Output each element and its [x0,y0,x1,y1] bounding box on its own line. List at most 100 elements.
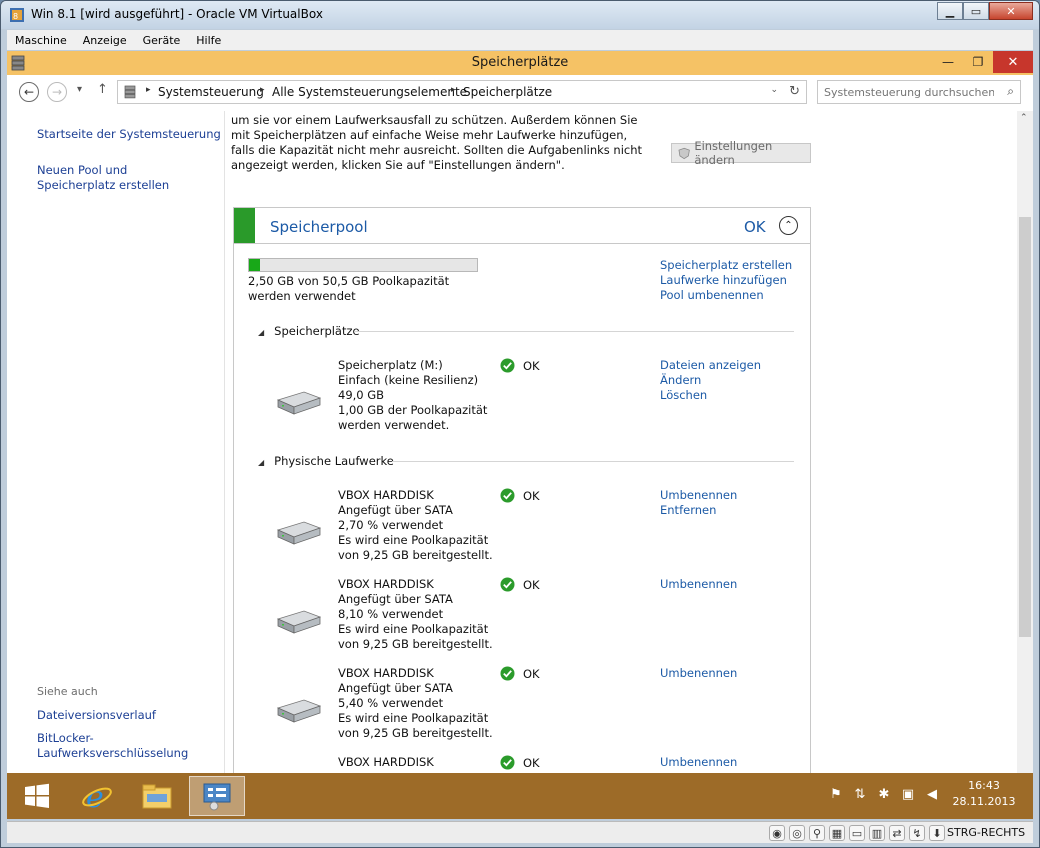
drive-info: VBOX HARDDISK [338,755,434,770]
search-icon[interactable]: ⌕ [1007,84,1014,99]
breadcrumb-separator[interactable]: ▸ [260,85,265,95]
network-adapter-icon[interactable]: ⇄ [889,825,905,841]
storage-pool-header[interactable]: Speicherpool OK ⌃ [234,208,810,244]
breadcrumb-speicherplaetze[interactable]: Speicherplätze [463,85,552,99]
drive-capacity: Es wird eine Poolkapazität [338,711,489,725]
drive-icon [276,699,322,723]
file-explorer-taskbar-button[interactable] [129,776,185,816]
menu-hilfe[interactable]: Hilfe [188,34,229,47]
link-rename-drive[interactable]: Umbenennen [660,755,737,770]
space-usage-cont: werden verwendet. [338,418,450,432]
link-view-files[interactable]: Dateien anzeigen [660,358,761,373]
virtualbox-window: 8 Win 8.1 [wird ausgeführt] - Oracle VM … [0,0,1040,848]
menu-anzeige[interactable]: Anzeige [75,34,135,47]
drive-usage: 2,70 % verwendet [338,518,444,532]
link-control-panel-home[interactable]: Startseite der Systemsteuerung [37,127,221,142]
section-storage-spaces[interactable]: ◢ Speicherplätze [258,324,360,338]
link-create-space[interactable]: Speicherplatz erstellen [660,258,792,273]
address-dropdown-icon[interactable]: ⌄ [770,85,778,95]
storage-space-item: Speicherplatz (M:) Einfach (keine Resili… [274,358,794,438]
link-rename-drive[interactable]: Umbenennen [660,666,737,681]
ok-check-icon [500,577,515,592]
link-file-history[interactable]: Dateiversionsverlauf [37,708,156,723]
link-add-drives[interactable]: Laufwerke hinzufügen [660,273,792,288]
pool-usage-bar [248,258,478,272]
back-button[interactable]: ← [19,82,39,102]
link-rename-drive[interactable]: Umbenennen [660,488,737,503]
change-settings-button[interactable]: Einstellungen ändern [671,139,811,167]
uac-shield-icon [678,147,690,159]
collapse-triangle-icon: ◢ [258,328,265,337]
host-key-icon[interactable]: ⬇ [929,825,945,841]
search-box[interactable]: ⌕ [817,80,1021,104]
volume-icon[interactable]: ◀ [923,785,941,803]
hard-disk-icon[interactable]: ◉ [769,825,785,841]
usb-icon[interactable]: ⚲ [809,825,825,841]
intro-text: um sie vor einem Laufwerksausfall zu sch… [231,113,643,172]
link-delete-space[interactable]: Löschen [660,388,761,403]
vbox-maximize-button[interactable]: ▭ [963,2,989,20]
drive-links: Umbenennen [660,577,737,592]
scroll-thumb[interactable] [1019,217,1031,637]
collapse-chevron-icon[interactable]: ⌃ [779,216,798,235]
drive-status-text: OK [523,488,540,503]
folder-icon[interactable]: ▭ [849,825,865,841]
pool-usage-fill [249,259,261,271]
menu-geraete[interactable]: Geräte [135,34,189,47]
security-icon[interactable]: ✱ [875,785,893,803]
link-rename-drive[interactable]: Umbenennen [660,577,737,592]
explorer-close-button[interactable]: ✕ [993,51,1033,73]
drive-info: VBOX HARDDISK Angefügt über SATA 8,10 % … [338,577,493,652]
virtualbox-window-controls: ▁ ▭ ✕ [937,2,1033,20]
explorer-titlebar[interactable]: Speicherplätze — ❐ ✕ [7,51,1033,75]
shared-folder-icon[interactable]: ▦ [829,825,845,841]
breadcrumb-alle-elemente[interactable]: Alle Systemsteuerungselemente [272,85,467,99]
drive-links: Umbenennen [660,755,737,770]
address-bar[interactable]: ▸ Systemsteuerung ▸ Alle Systemsteuerung… [117,80,807,104]
up-button[interactable]: ↑ [97,82,108,97]
explorer-minimize-button[interactable]: — [933,51,963,73]
clock[interactable]: 16:43 28.11.2013 [949,778,1019,810]
recent-locations-chevron-icon[interactable]: ▾ [77,84,82,95]
drive-connection: Angefügt über SATA [338,503,453,517]
start-button[interactable] [9,776,65,816]
flag-icon[interactable]: ⚑ [827,785,845,803]
section-physical-drives[interactable]: ◢ Physische Laufwerke [258,454,394,468]
optical-drive-icon[interactable]: ◎ [789,825,805,841]
control-panel-taskbar-button[interactable] [189,776,245,816]
vbox-device-icons: ◉ ◎ ⚲ ▦ ▭ ▥ ⇄ ↯ ⬇ [769,825,945,841]
taskbar: e ⚑ ⇅ ✱ ▣ ◀ 16:43 28.11.2013 [7,773,1033,819]
clock-date: 28.11.2013 [952,795,1016,808]
scroll-up-icon[interactable]: ⌃ [1020,113,1028,123]
vbox-minimize-button[interactable]: ▁ [937,2,963,20]
internet-explorer-taskbar-button[interactable]: e [69,776,125,816]
refresh-icon[interactable]: ↻ [789,84,800,99]
breadcrumb-separator[interactable]: ▸ [451,85,456,95]
virtualbox-title: Win 8.1 [wird ausgeführt] - Oracle VM Vi… [31,7,323,21]
link-change-space[interactable]: Ändern [660,373,761,388]
drive-connection: Angefügt über SATA [338,681,453,695]
link-bitlocker[interactable]: BitLocker-Laufwerksverschlüsselung [37,731,197,761]
vertical-scrollbar[interactable]: ⌃ ⌄ [1017,111,1033,819]
network-icon[interactable]: ⇅ [851,785,869,803]
physical-drive-item: VBOX HARDDISK Angefügt über SATA 2,70 % … [274,488,794,568]
link-remove-drive[interactable]: Entfernen [660,503,737,518]
forward-button[interactable]: → [47,82,67,102]
menu-maschine[interactable]: Maschine [7,34,75,47]
link-new-pool[interactable]: Neuen Pool und Speicherplatz erstellen [37,163,207,193]
search-input[interactable] [824,84,994,100]
drive-icon [276,391,322,415]
vbox-close-button[interactable]: ✕ [989,2,1033,20]
display-icon[interactable]: ▣ [899,785,917,803]
virtualbox-titlebar[interactable]: 8 Win 8.1 [wird ausgeführt] - Oracle VM … [1,1,1039,29]
mouse-integration-icon[interactable]: ↯ [909,825,925,841]
link-rename-pool[interactable]: Pool umbenennen [660,288,792,303]
breadcrumb-systemsteuerung[interactable]: Systemsteuerung [158,85,264,99]
space-status: OK [500,358,540,373]
video-capture-icon[interactable]: ▥ [869,825,885,841]
breadcrumb-separator[interactable]: ▸ [146,85,151,95]
explorer-maximize-button[interactable]: ❐ [963,51,993,73]
system-tray: ⚑ ⇅ ✱ ▣ ◀ [827,785,941,803]
see-also-heading: Siehe auch [37,685,98,698]
drive-usage: 8,10 % verwendet [338,607,444,621]
